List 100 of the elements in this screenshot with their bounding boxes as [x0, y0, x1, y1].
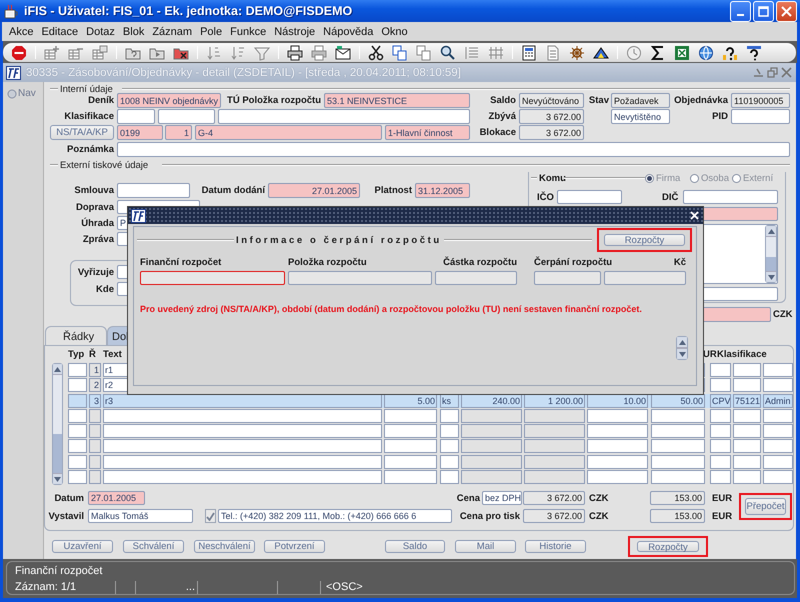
clock-icon[interactable] — [626, 44, 642, 60]
filter-icon[interactable] — [254, 44, 270, 60]
help-cursor-icon[interactable] — [746, 44, 762, 60]
input-field[interactable]: 1101900005 — [731, 93, 790, 108]
input-field[interactable]: Nevytištěno — [611, 109, 670, 124]
columns-icon[interactable] — [488, 44, 504, 60]
maximize-button[interactable] — [753, 0, 774, 22]
input-field[interactable]: 27.01.2005 — [268, 183, 360, 198]
input-field[interactable]: Nevyúčtováno — [519, 93, 584, 108]
document-icon[interactable] — [545, 44, 561, 60]
input-field[interactable] — [683, 190, 778, 204]
input-field[interactable]: 1008 NEINV objednávky — [117, 93, 221, 108]
input-field[interactable]: G-4 — [195, 125, 382, 140]
menu-item[interactable]: Pole — [197, 26, 228, 38]
table-row[interactable] — [68, 424, 793, 438]
vertical-scrollbar[interactable] — [765, 225, 777, 283]
input-field[interactable]: 3 672.00 — [519, 125, 584, 140]
input-field[interactable]: 1-Hlavní činnost — [385, 125, 470, 140]
tab[interactable]: Řádky — [45, 326, 107, 345]
list-icon[interactable] — [464, 44, 480, 60]
input-field[interactable]: 1 — [165, 125, 192, 140]
input-field[interactable]: 27.01.2005 — [88, 491, 145, 505]
menu-item[interactable]: Dotaz — [83, 26, 120, 38]
spreadsheet-icon[interactable] — [674, 44, 690, 60]
sort-ascending-icon[interactable] — [206, 44, 222, 60]
field-label: Cena — [456, 492, 480, 504]
help-icon[interactable] — [722, 44, 738, 60]
vertical-scrollbar[interactable] — [52, 363, 63, 485]
sigma-icon[interactable] — [650, 44, 666, 60]
table-row[interactable] — [68, 470, 793, 484]
scissors-icon[interactable] — [368, 44, 384, 60]
table-row[interactable] — [68, 454, 793, 468]
minimize-icon[interactable] — [753, 67, 764, 78]
action-button[interactable]: Historie — [525, 540, 586, 553]
action-button[interactable]: Přepočet — [745, 498, 786, 515]
copy-icon[interactable] — [392, 44, 408, 60]
input-field[interactable] — [117, 142, 790, 157]
table-plus-icon[interactable] — [44, 44, 60, 60]
table-cell — [587, 439, 648, 454]
input-field[interactable]: 3 672.00 — [523, 509, 585, 523]
input-field[interactable] — [731, 109, 790, 124]
action-button[interactable]: Potvrzení — [264, 540, 325, 553]
input-field[interactable] — [117, 183, 190, 198]
table-row[interactable] — [68, 439, 793, 454]
action-button[interactable]: Saldo — [385, 540, 445, 553]
close-button[interactable] — [776, 0, 797, 22]
action-button[interactable]: Uzavření — [52, 540, 113, 553]
input-field[interactable] — [218, 109, 470, 124]
field-label: Úhrada — [80, 218, 114, 228]
input-field[interactable]: 53.1 NEINVESTICE — [324, 93, 470, 108]
input-field[interactable]: Požadavek — [611, 93, 670, 108]
input-field[interactable]: 31.12.2005 — [415, 183, 470, 198]
menu-item[interactable]: Okno — [378, 26, 413, 38]
input-field[interactable]: 153.00 — [650, 509, 705, 523]
menu-item[interactable]: Blok — [120, 26, 150, 38]
menu-item[interactable]: Nástroje — [271, 26, 320, 38]
input-field[interactable] — [117, 109, 155, 124]
input-field[interactable]: Malkus Tomáš — [88, 509, 193, 523]
input-field[interactable]: Tel.: (+420) 382 209 111, Mob.: (+420) 666 666 6 — [218, 509, 452, 523]
table-row[interactable] — [68, 408, 793, 423]
printer-icon[interactable] — [287, 44, 303, 60]
input-field[interactable] — [557, 190, 622, 204]
input-field[interactable] — [140, 271, 285, 285]
menu-item[interactable]: Nápověda — [320, 26, 378, 38]
source-button[interactable]: NS/TA/A/KP — [50, 125, 114, 140]
restore-icon[interactable] — [767, 67, 778, 78]
input-field[interactable]: 153.00 — [650, 491, 705, 505]
stop-icon[interactable] — [11, 44, 27, 60]
menu-item[interactable]: Akce — [6, 26, 38, 38]
search-icon[interactable] — [440, 44, 456, 60]
vertical-scrollbar[interactable] — [676, 336, 688, 360]
action-button[interactable]: Neschválení — [194, 540, 255, 553]
action-button[interactable]: Rozpočty — [604, 234, 685, 246]
sort-descending-icon[interactable] — [230, 44, 246, 60]
field-label: Deník — [87, 95, 114, 106]
input-field[interactable]: bez DPH — [482, 491, 522, 505]
ship-wheel-icon[interactable] — [569, 44, 585, 60]
input-field[interactable] — [288, 271, 432, 285]
field-label: Smlouva — [73, 185, 114, 196]
table-copy-icon[interactable] — [92, 44, 108, 60]
minimize-button[interactable] — [730, 0, 751, 22]
input-field[interactable]: 3 672.00 — [523, 491, 585, 505]
checkbox[interactable] — [205, 509, 216, 523]
triangle-icon[interactable] — [593, 44, 609, 60]
action-button[interactable]: Mail — [455, 540, 516, 553]
input-field[interactable]: 3 672.00 — [519, 109, 584, 124]
action-button[interactable]: Rozpočty — [637, 541, 699, 552]
menu-item[interactable]: Editace — [38, 26, 84, 38]
input-field[interactable]: 0199 — [117, 125, 163, 140]
input-field[interactable] — [604, 271, 686, 285]
calculator-icon[interactable] — [521, 44, 537, 60]
input-field[interactable] — [534, 271, 601, 285]
menu-item[interactable]: Záznam — [149, 26, 198, 38]
action-button[interactable]: Schválení — [123, 540, 184, 553]
envelope-icon[interactable] — [335, 44, 351, 60]
globe-icon[interactable] — [698, 44, 714, 60]
input-field[interactable] — [158, 109, 215, 124]
copy-icon[interactable] — [416, 44, 432, 60]
menu-item[interactable]: Funkce — [227, 26, 272, 38]
input-field[interactable] — [435, 271, 517, 285]
